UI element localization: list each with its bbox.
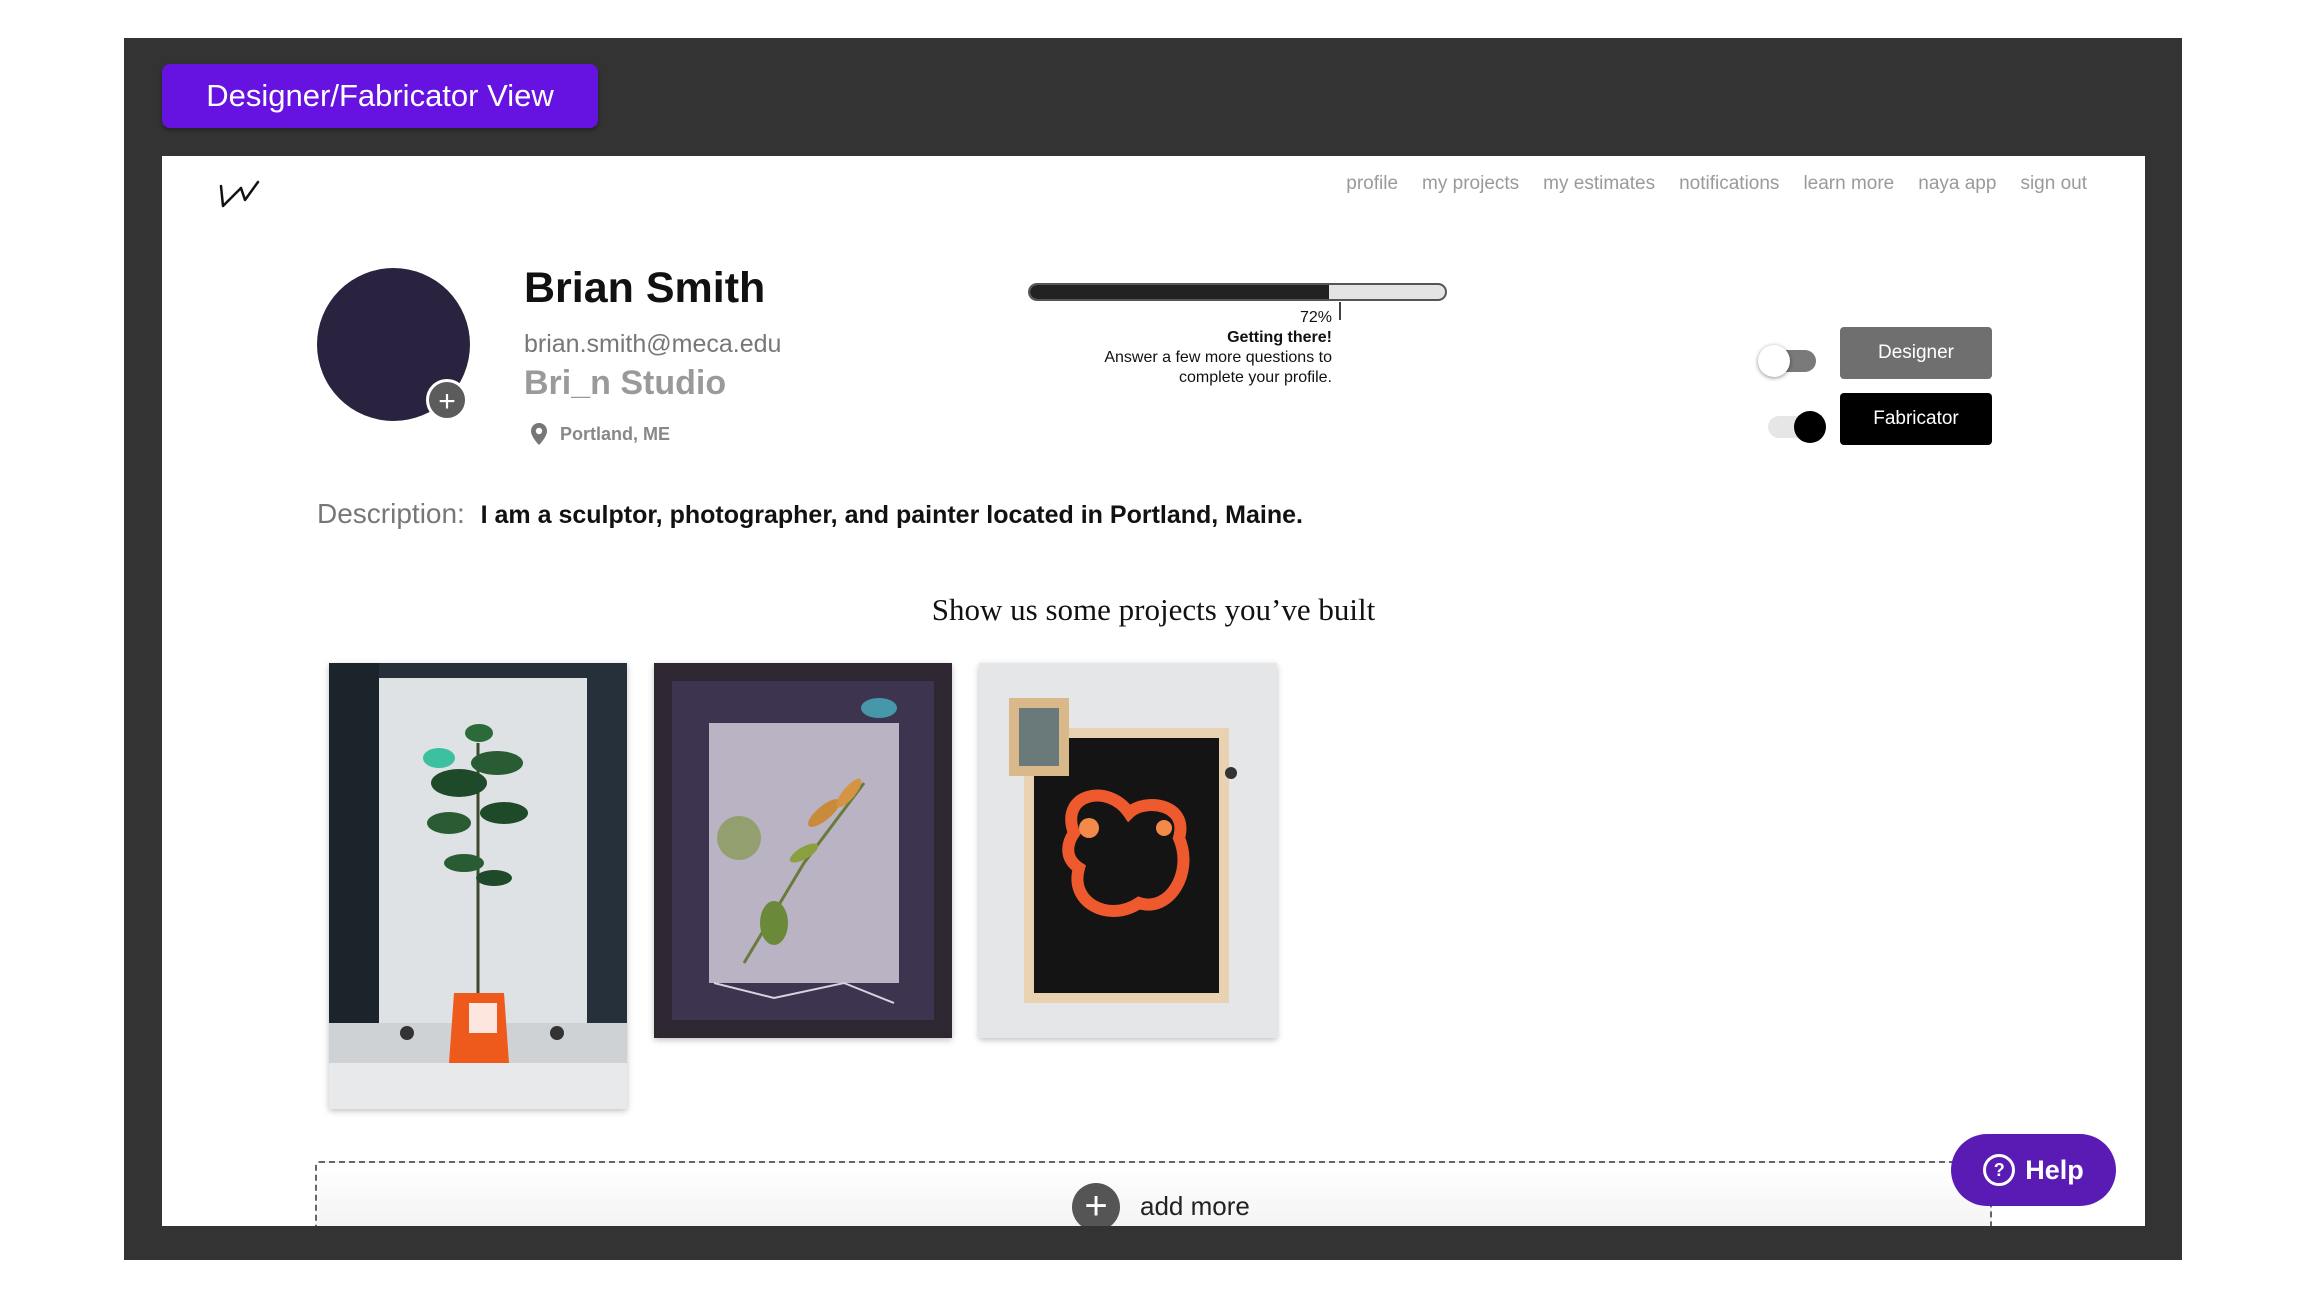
- progress-message: 72% Getting there! Answer a few more que…: [1062, 308, 1332, 388]
- profile-completion-bar: [1028, 283, 1447, 301]
- progress-heading: Getting there!: [1227, 329, 1332, 346]
- description-text: I am a sculptor, photographer, and paint…: [480, 501, 1303, 529]
- nav-sign-out[interactable]: sign out: [2020, 173, 2087, 195]
- add-more-label[interactable]: add more: [1140, 1191, 1250, 1222]
- presentation-frame: Designer/Fabricator View profile my proj…: [124, 38, 2182, 1260]
- fabricator-toggle-knob: [1794, 411, 1826, 443]
- nav-naya-app[interactable]: naya app: [1918, 173, 1996, 195]
- progress-line-2: complete your profile.: [1179, 369, 1332, 386]
- location-pin-icon: [531, 423, 547, 445]
- nav-my-estimates[interactable]: my estimates: [1543, 173, 1655, 195]
- nav-profile[interactable]: profile: [1346, 173, 1398, 195]
- help-button[interactable]: ? Help: [1951, 1134, 2116, 1206]
- add-avatar-photo-icon[interactable]: +: [426, 379, 468, 421]
- botanical-print-image: [654, 663, 952, 1038]
- top-navigation: profile my projects my estimates notific…: [1346, 173, 2087, 195]
- project-image-plant-sculpture[interactable]: [329, 663, 627, 1109]
- project-image-abstract-painting[interactable]: [979, 663, 1277, 1038]
- designer-button[interactable]: Designer: [1840, 327, 1992, 379]
- location-text: Portland, ME: [560, 423, 671, 444]
- naya-logo-icon[interactable]: [218, 178, 262, 210]
- project-image-botanical-print[interactable]: [654, 663, 952, 1038]
- view-label-badge: Designer/Fabricator View: [162, 64, 598, 128]
- add-more-plus-icon[interactable]: +: [1072, 1183, 1120, 1226]
- designer-toggle-knob: [1758, 345, 1790, 377]
- profile-email: brian.smith@meca.edu: [524, 330, 782, 358]
- profile-name: Brian Smith: [524, 264, 766, 312]
- help-label: Help: [2025, 1154, 2084, 1185]
- profile-studio-name: Bri_n Studio: [524, 364, 727, 402]
- nav-my-projects[interactable]: my projects: [1422, 173, 1519, 195]
- plant-sculpture-image: [329, 663, 627, 1109]
- profile-completion-fill: [1030, 285, 1329, 299]
- fabricator-toggle[interactable]: [1768, 411, 1826, 443]
- progress-percent: 72%: [1299, 309, 1332, 326]
- progress-line-1: Answer a few more questions to: [1104, 349, 1332, 366]
- abstract-painting-image: [979, 663, 1277, 1038]
- description-label: Description:: [317, 498, 465, 529]
- nav-learn-more[interactable]: learn more: [1803, 173, 1894, 195]
- projects-heading: Show us some projects you’ve built: [931, 592, 1376, 627]
- progress-marker: [1339, 302, 1341, 320]
- designer-toggle[interactable]: [1758, 345, 1816, 377]
- question-mark-icon: ?: [1983, 1154, 2016, 1186]
- fabricator-button[interactable]: Fabricator: [1840, 393, 1992, 445]
- profile-screen: profile my projects my estimates notific…: [162, 156, 2145, 1226]
- profile-description: Description: I am a sculptor, photograph…: [317, 498, 1303, 530]
- profile-location: Portland, ME: [530, 422, 670, 446]
- nav-notifications[interactable]: notifications: [1679, 173, 1779, 195]
